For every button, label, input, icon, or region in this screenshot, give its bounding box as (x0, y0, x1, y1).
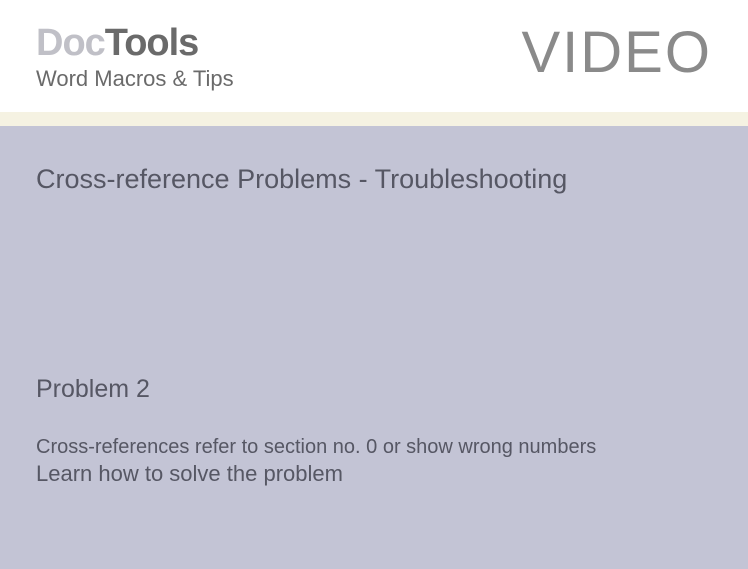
video-label: VIDEO (522, 24, 713, 82)
divider (0, 112, 748, 126)
tagline: Word Macros & Tips (36, 66, 234, 92)
logo: DocTools (36, 24, 234, 62)
logo-part-tools: Tools (105, 22, 199, 64)
logo-area: DocTools Word Macros & Tips (36, 24, 234, 92)
content-area: Cross-reference Problems - Troubleshooti… (0, 126, 748, 569)
header: DocTools Word Macros & Tips VIDEO (0, 0, 748, 112)
logo-part-doc: Doc (36, 22, 105, 64)
problem-description: Cross-references refer to section no. 0 … (36, 434, 712, 461)
main-title: Cross-reference Problems - Troubleshooti… (36, 164, 712, 195)
problem-heading: Problem 2 (36, 375, 712, 404)
learn-text: Learn how to solve the problem (36, 461, 712, 487)
